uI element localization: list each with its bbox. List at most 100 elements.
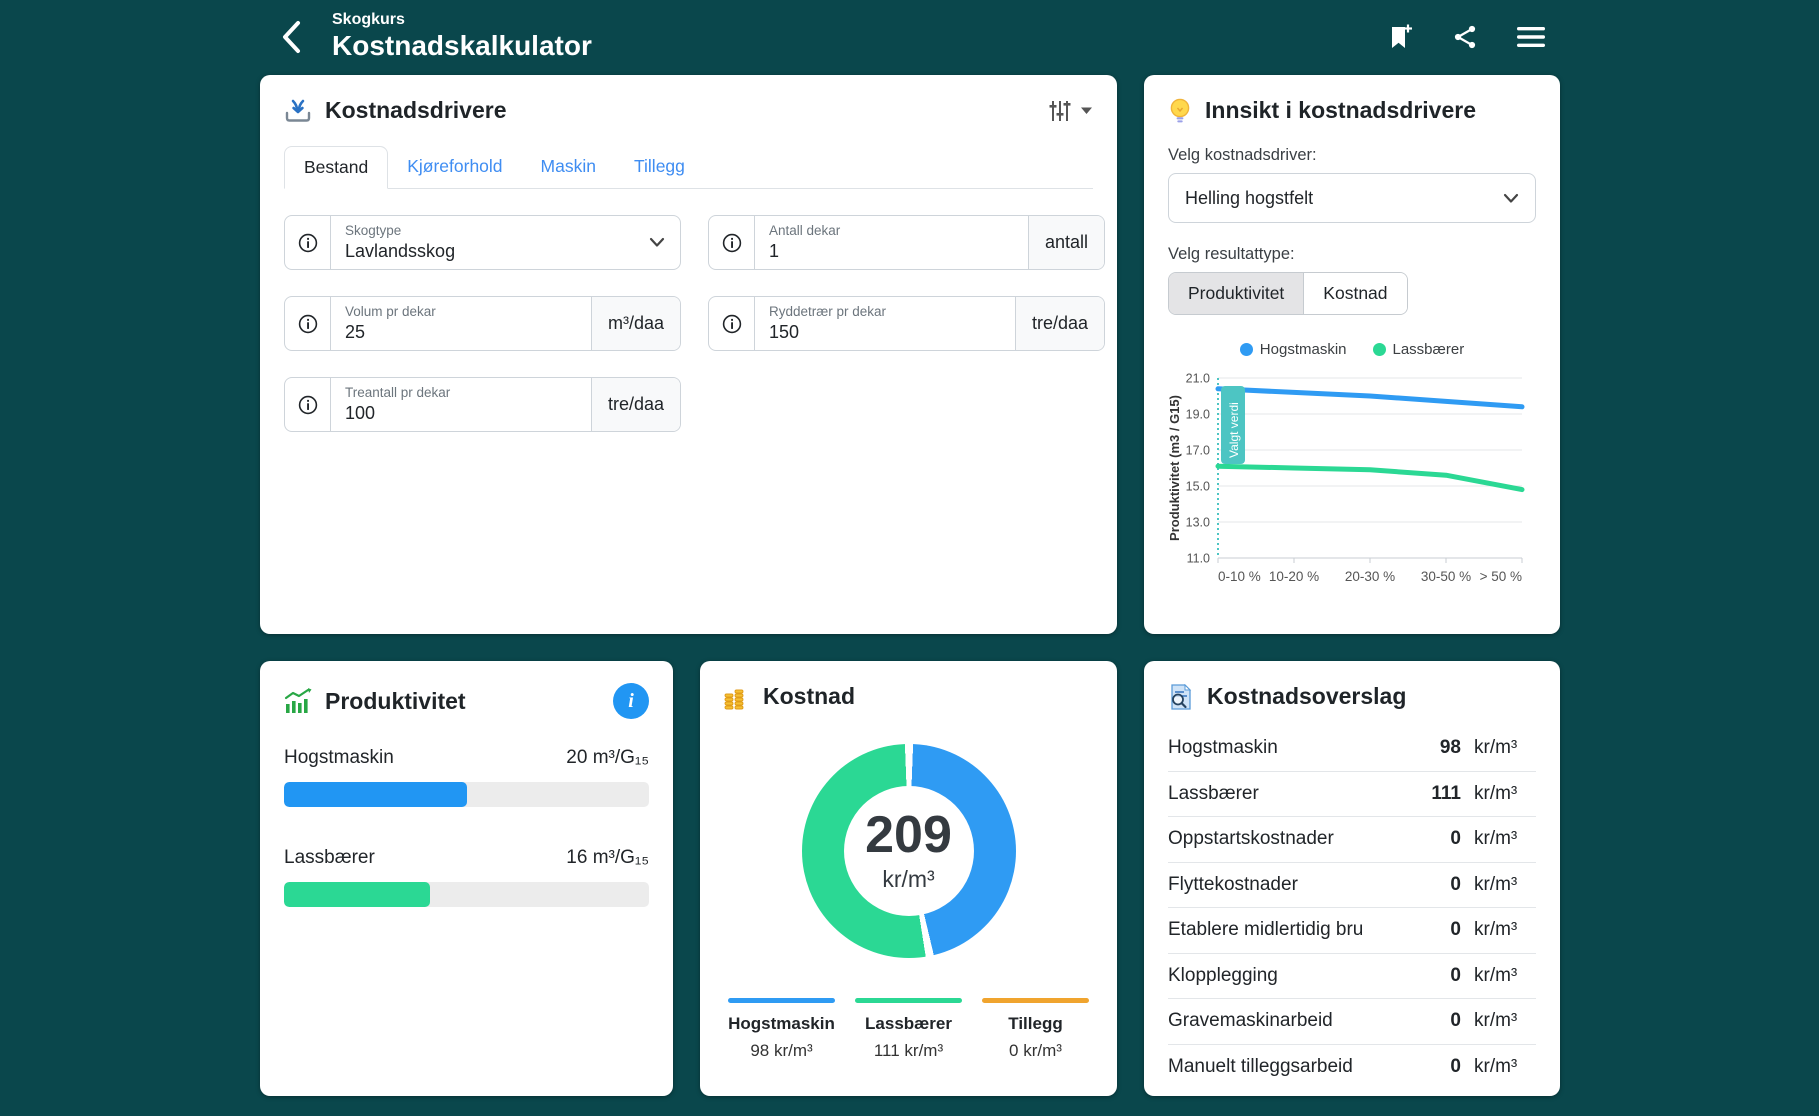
title-block: Skogkurs Kostnadskalkulator [332, 11, 592, 63]
insight-title: Innsikt i kostnadsdrivere [1205, 97, 1476, 124]
table-row: Lassbærer 111 kr/m³ [1168, 772, 1536, 818]
result-type-label: Velg resultattype: [1168, 245, 1536, 264]
progress-track [284, 782, 649, 807]
field-value: Lavlandsskog [345, 241, 620, 262]
field-unit: antall [1028, 216, 1104, 269]
ryddetraer-pr-dekar-input[interactable]: Ryddetrær pr dekar 150 tre/daa [708, 296, 1105, 351]
menu-button[interactable] [1516, 25, 1546, 49]
cost-driver-value: Helling hogstfelt [1185, 188, 1313, 209]
estimate-title: Kostnadsoverslag [1207, 683, 1406, 710]
productivity-title: Produktivitet [325, 688, 466, 715]
info-icon[interactable] [709, 297, 755, 350]
app-name: Skogkurs [332, 11, 592, 29]
field-unit: tre/daa [1015, 297, 1104, 350]
skogtype-select[interactable]: Skogtype Lavlandsskog [284, 215, 681, 270]
document-search-icon [1168, 684, 1194, 710]
table-row: Klopplegging 0 kr/m³ [1168, 954, 1536, 1000]
row-value: 16 m³/G₁₅ [566, 847, 649, 869]
progress-fill-hogstmaskin [284, 782, 467, 807]
field-unit: tre/daa [591, 378, 680, 431]
legend-bar [728, 998, 835, 1003]
cost-driver-select[interactable]: Helling hogstfelt [1168, 173, 1536, 223]
legend-bar [982, 998, 1089, 1003]
svg-text:21.0: 21.0 [1186, 372, 1210, 386]
svg-text:30-50 %: 30-50 % [1421, 569, 1471, 584]
legend-bar [855, 998, 962, 1003]
productivity-chart-icon [284, 688, 312, 714]
coins-icon [724, 684, 750, 710]
cost-drivers-icon [284, 98, 312, 124]
volum-pr-dekar-input[interactable]: Volum pr dekar 25 m³/daa [284, 296, 681, 351]
svg-text:> 50 %: > 50 % [1480, 569, 1522, 584]
legend-hogstmaskin: Hogstmaskin [1240, 341, 1347, 358]
svg-text:Produktivitet (m3 / G15): Produktivitet (m3 / G15) [1167, 395, 1182, 541]
table-row: Manuelt tilleggsarbeid 0 kr/m³ [1168, 1045, 1536, 1091]
bookmark-add-button[interactable] [1388, 23, 1414, 51]
cost-drivers-tabs: Bestand Kjøreforhold Maskin Tillegg [284, 146, 1093, 189]
driver-select-label: Velg kostnadsdriver: [1168, 146, 1536, 165]
insight-line-chart: 21.019.017.015.013.011.00-10 %10-20 %20-… [1168, 366, 1536, 601]
tab-bestand[interactable]: Bestand [284, 146, 388, 189]
cost-legend-tillegg: Tillegg 0 kr/m³ [982, 998, 1089, 1061]
chevron-left-icon [280, 20, 302, 54]
svg-text:19.0: 19.0 [1186, 408, 1210, 422]
total-cost-value: 209 [865, 809, 952, 861]
svg-text:15.0: 15.0 [1186, 480, 1210, 494]
field-label: Ryddetrær pr dekar [769, 304, 1001, 320]
tab-kjoreforhold[interactable]: Kjøreforhold [388, 146, 521, 189]
chart-settings-button[interactable] [1048, 99, 1093, 123]
field-label: Antall dekar [769, 223, 1014, 239]
lightbulb-icon [1168, 98, 1192, 124]
progress-track [284, 882, 649, 907]
info-icon[interactable] [285, 216, 331, 269]
row-label: Lassbærer [284, 847, 375, 869]
share-button[interactable] [1452, 24, 1478, 50]
cost-title: Kostnad [763, 683, 855, 710]
field-unit: m³/daa [591, 297, 680, 350]
hamburger-menu-icon [1516, 25, 1546, 49]
table-row: Hogstmaskin 98 kr/m³ [1168, 726, 1536, 772]
table-row: Oppstartskostnader 0 kr/m³ [1168, 817, 1536, 863]
bookmark-plus-icon [1388, 23, 1414, 51]
antall-dekar-input[interactable]: Antall dekar 1 antall [708, 215, 1105, 270]
svg-text:13.0: 13.0 [1186, 516, 1210, 530]
donut-center: 209 kr/m³ [844, 786, 974, 916]
field-label: Skogtype [345, 223, 620, 239]
legend-dot [1373, 343, 1386, 356]
result-produktivitet-button[interactable]: Produktivitet [1169, 273, 1303, 314]
svg-text:0-10 %: 0-10 % [1218, 569, 1261, 584]
cost-legend-lassbaerer: Lassbærer 111 kr/m³ [855, 998, 962, 1061]
info-icon[interactable] [285, 297, 331, 350]
share-icon [1452, 24, 1478, 50]
tab-maskin[interactable]: Maskin [522, 146, 615, 189]
progress-fill-lassbaerer [284, 882, 430, 907]
svg-text:17.0: 17.0 [1186, 444, 1210, 458]
productivity-card: Produktivitet i Hogstmaskin 20 m³/G₁₅ La… [260, 661, 673, 1096]
legend-dot [1240, 343, 1253, 356]
result-kostnad-button[interactable]: Kostnad [1303, 273, 1406, 314]
chevron-down-icon [1503, 193, 1519, 204]
app-header: Skogkurs Kostnadskalkulator [260, 0, 1560, 74]
chevron-down-icon [1080, 106, 1093, 115]
table-row: Flyttekostnader 0 kr/m³ [1168, 863, 1536, 909]
field-value: 150 [769, 322, 1001, 343]
svg-text:10-20 %: 10-20 % [1269, 569, 1319, 584]
field-value: 25 [345, 322, 577, 343]
info-icon[interactable] [285, 378, 331, 431]
productivity-row-lassbaerer: Lassbærer 16 m³/G₁₅ [284, 847, 649, 907]
info-icon[interactable] [709, 216, 755, 269]
treantall-pr-dekar-input[interactable]: Treantall pr dekar 100 tre/daa [284, 377, 681, 432]
estimate-table: Hogstmaskin 98 kr/m³ Lassbærer 111 kr/m³… [1168, 726, 1536, 1090]
legend-lassbaerer: Lassbærer [1373, 341, 1465, 358]
field-label: Treantall pr dekar [345, 385, 577, 401]
productivity-info-button[interactable]: i [613, 683, 649, 719]
cost-legend: Hogstmaskin 98 kr/m³ Lassbærer 111 kr/m³… [724, 998, 1093, 1061]
insight-card: Innsikt i kostnadsdrivere Velg kostnadsd… [1144, 75, 1560, 634]
back-button[interactable] [274, 17, 308, 57]
table-row: Etablere midlertidig bru 0 kr/m³ [1168, 908, 1536, 954]
tab-tillegg[interactable]: Tillegg [615, 146, 704, 189]
result-type-toggle: Produktivitet Kostnad [1168, 272, 1408, 315]
cost-drivers-title: Kostnadsdrivere [325, 97, 507, 124]
cost-drivers-card: Kostnadsdrivere Bestand Kjøreforhold Mas… [260, 75, 1117, 634]
svg-text:20-30 %: 20-30 % [1345, 569, 1395, 584]
